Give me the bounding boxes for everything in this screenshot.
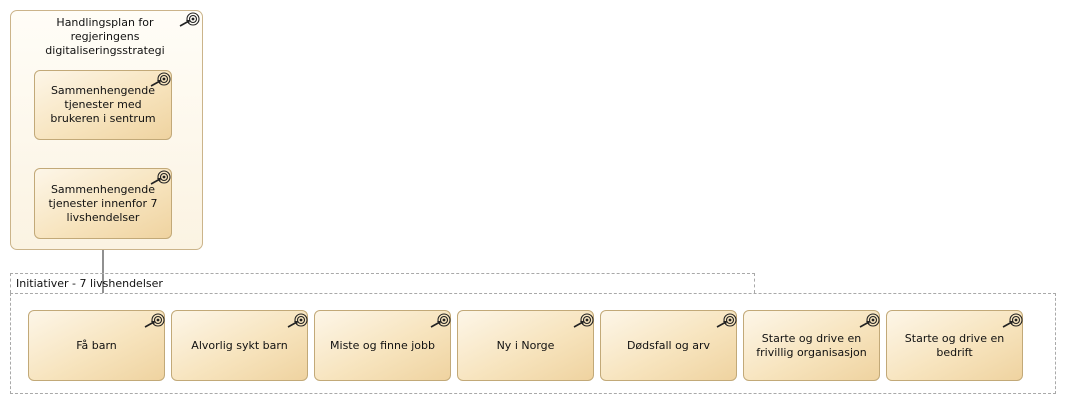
initiative-label: Starte og drive en bedrift [904,331,1005,359]
initiative-label: Dødsfall og arv [626,338,711,352]
goal-user-centered-services-label: Sammenhengende tjenester med brukeren i … [50,84,156,125]
plan-group-title: Handlingsplan for regjeringens digitalis… [45,16,165,57]
goal-target-icon [144,313,165,328]
goal-target-icon [1002,313,1023,328]
initiative-label: Ny i Norge [496,338,555,352]
goal-target-icon [150,72,171,87]
initiative-label: Miste og finne jobb [330,338,435,352]
goal-target-icon [287,313,308,328]
initiative-label: Starte og drive en frivillig organisasjo… [756,331,867,359]
goal-target-icon [573,313,594,328]
goal-target-icon [716,313,737,328]
initiatives-label: Initiativer - 7 livshendelser [16,277,163,290]
goal-target-icon [150,170,171,185]
initiative-label: Alvorlig sykt barn [191,338,288,352]
goal-seven-life-events-label: Sammenhengende tjenester innenfor 7 livs… [48,182,158,224]
goal-target-icon [179,12,200,27]
initiative-label: Få barn [76,338,117,352]
goal-target-icon [430,313,451,328]
goal-target-icon [859,313,880,328]
